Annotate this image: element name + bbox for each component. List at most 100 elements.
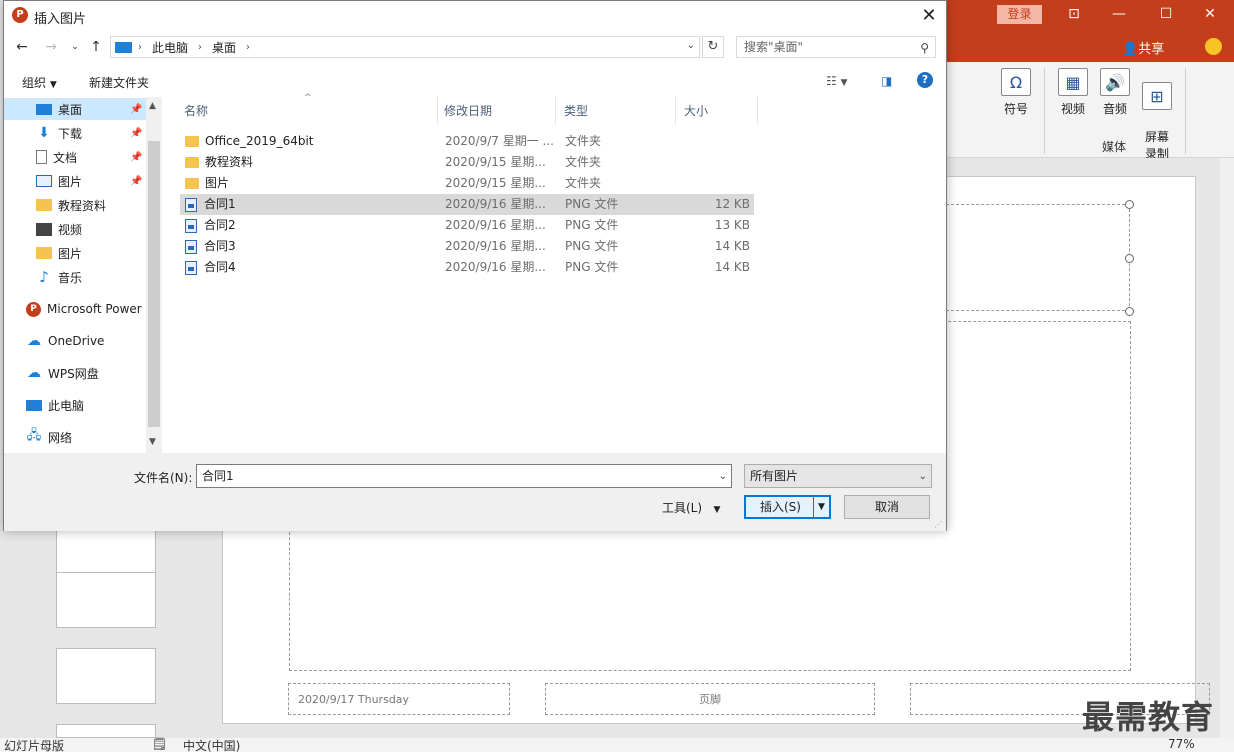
slide-thumbnail[interactable] (56, 648, 156, 704)
column-header-type[interactable]: 类型 (556, 97, 676, 125)
file-date: 2020/9/16 星期... (445, 260, 546, 274)
forward-icon[interactable]: → (42, 39, 60, 55)
nav-item-wps[interactable]: ☁ WPS网盘 (4, 362, 146, 384)
minimize-icon[interactable]: — (1107, 3, 1131, 25)
preview-pane-icon[interactable]: ◨ (881, 74, 892, 88)
address-bar[interactable]: › 此电脑 › 桌面 › ⌄ (110, 36, 700, 58)
nav-item-tutorial[interactable]: 教程资料 (4, 194, 146, 216)
nav-item-powerpoint[interactable]: P Microsoft Power (4, 298, 146, 320)
resize-grip-icon[interactable]: ⋰ (934, 520, 942, 529)
scroll-down-icon[interactable]: ▼ (149, 437, 156, 447)
breadcrumb-desktop[interactable]: 桌面 (212, 39, 236, 56)
breadcrumb-this-pc[interactable]: 此电脑 (152, 39, 188, 56)
share-button[interactable]: 👤共享 (1122, 38, 1164, 57)
file-row-selected[interactable]: 合同1 2020/9/16 星期... PNG 文件 12 KB (180, 194, 754, 215)
title-placeholder[interactable] (946, 204, 1130, 311)
scrollbar-thumb[interactable] (148, 141, 160, 427)
file-row[interactable]: Office_2019_64bit 2020/9/7 星期一 ... 文件夹 (180, 131, 754, 152)
dialog-footer: 文件名(N): 合同1 ⌄ 所有图片 ⌄ 工具(L) ▼ 插入(S) ▼ 取消 … (4, 453, 946, 531)
new-folder-button[interactable]: 新建文件夹 (89, 74, 149, 91)
view-options-icon[interactable]: ☷ ▼ (826, 74, 848, 88)
chevron-right-icon[interactable]: › (198, 42, 202, 53)
filename-input[interactable]: 合同1 ⌄ (196, 464, 732, 488)
nav-item-documents[interactable]: 文档 📌 (4, 146, 146, 168)
folder-icon (185, 157, 199, 168)
slide-thumbnail[interactable] (56, 572, 156, 628)
nav-item-desktop[interactable]: 桌面 📌 (4, 98, 146, 120)
up-icon[interactable]: ↑ (87, 39, 105, 55)
notes-icon[interactable]: 🗒 (152, 737, 167, 751)
person-icon: 👤 (1122, 42, 1139, 57)
footer-placeholder[interactable]: 页脚 (545, 683, 875, 715)
resize-handle[interactable] (1125, 200, 1134, 209)
organize-button[interactable]: 组织 ▼ (22, 74, 57, 91)
slide-thumbnail[interactable] (56, 724, 156, 738)
insert-button[interactable]: 插入(S) ▼ (744, 495, 831, 519)
file-row[interactable]: 合同3 2020/9/16 星期... PNG 文件 14 KB (180, 236, 754, 257)
file-type: PNG 文件 (565, 239, 619, 253)
date-placeholder[interactable]: 2020/9/17 Thursday (288, 683, 510, 715)
nav-scrollbar[interactable]: ▲ ▼ (146, 97, 162, 453)
nav-item-network[interactable]: 🖧 网络 (4, 426, 146, 448)
vertical-scrollbar[interactable] (1220, 158, 1234, 738)
feedback-smile-icon[interactable] (1205, 38, 1222, 55)
dialog-titlebar: P 插入图片 ✕ (4, 1, 946, 31)
caret-down-icon: ▼ (713, 505, 721, 515)
video-button[interactable]: ▦ 视频 (1053, 68, 1093, 117)
nav-item-onedrive[interactable]: ☁ OneDrive (4, 330, 146, 352)
file-row[interactable]: 合同4 2020/9/16 星期... PNG 文件 14 KB (180, 257, 754, 278)
nav-item-pictures[interactable]: 图片 📌 (4, 170, 146, 192)
recent-locations-icon[interactable]: ⌄ (66, 39, 84, 55)
search-icon[interactable]: ⚲ (920, 38, 929, 58)
pin-icon[interactable]: 📌 (130, 128, 142, 139)
nav-item-this-pc[interactable]: 此电脑 (4, 394, 146, 416)
back-icon[interactable]: ← (13, 39, 31, 55)
symbol-button[interactable]: Ω 符号 (996, 68, 1036, 117)
screen-recording-label: 屏幕 录制 (1144, 130, 1169, 161)
file-size: 13 KB (714, 218, 750, 232)
nav-item-label: 图片 (58, 246, 83, 261)
audio-button[interactable]: 🔊 音频 (1095, 68, 1135, 117)
resize-handle[interactable] (1125, 307, 1134, 316)
dialog-title: 插入图片 (34, 12, 87, 27)
column-header-date[interactable]: 修改日期 (436, 97, 556, 125)
nav-item-music[interactable]: ♪ 音乐 (4, 266, 146, 288)
nav-item-label: 视频 (58, 222, 83, 237)
ribbon-display-icon[interactable]: ⊡ (1062, 3, 1086, 25)
cancel-button[interactable]: 取消 (844, 495, 930, 519)
chevron-right-icon[interactable]: › (246, 42, 250, 53)
pin-icon[interactable]: 📌 (130, 176, 142, 187)
cloud-outline-icon: ☁ (27, 365, 41, 381)
zoom-level[interactable]: 77% (1168, 737, 1195, 751)
close-icon[interactable]: ✕ (918, 5, 940, 27)
nav-item-pictures-folder[interactable]: 图片 (4, 242, 146, 264)
pin-icon[interactable]: 📌 (130, 152, 142, 163)
insert-options-caret-icon[interactable]: ▼ (813, 497, 829, 517)
login-button[interactable]: 登录 (997, 5, 1042, 24)
video-label: 视频 (1060, 102, 1085, 116)
file-type-filter[interactable]: 所有图片 ⌄ (744, 464, 932, 488)
chevron-down-icon: ⌄ (918, 471, 927, 482)
search-input[interactable]: 搜索"桌面" ⚲ (736, 36, 936, 58)
nav-item-videos[interactable]: 视频 (4, 218, 146, 240)
refresh-icon[interactable]: ↻ (702, 36, 724, 58)
file-date: 2020/9/15 星期... (445, 176, 546, 190)
tools-button[interactable]: 工具(L) ▼ (662, 499, 720, 516)
scroll-up-icon[interactable]: ▲ (149, 101, 156, 111)
language-status[interactable]: 中文(中国) (183, 737, 240, 752)
pin-icon[interactable]: 📌 (130, 104, 142, 115)
file-row[interactable]: 合同2 2020/9/16 星期... PNG 文件 13 KB (180, 215, 754, 236)
maximize-icon[interactable]: ☐ (1154, 3, 1178, 25)
help-icon[interactable]: ? (917, 72, 933, 88)
chevron-right-icon[interactable]: › (138, 42, 142, 53)
nav-item-downloads[interactable]: ⬇ 下载 📌 (4, 122, 146, 144)
file-row[interactable]: 教程资料 2020/9/15 星期... 文件夹 (180, 152, 754, 173)
column-header-size[interactable]: 大小 (676, 97, 758, 125)
file-row[interactable]: 图片 2020/9/15 星期... 文件夹 (180, 173, 754, 194)
window-close-icon[interactable]: ✕ (1198, 3, 1222, 25)
column-header-name[interactable]: 名称 (176, 97, 438, 125)
chevron-down-icon[interactable]: ⌄ (687, 40, 695, 51)
chevron-down-icon[interactable]: ⌄ (719, 466, 727, 488)
address-row: ← → ⌄ ↑ › 此电脑 › 桌面 › ⌄ ↻ 搜索"桌面" ⚲ (4, 31, 946, 63)
resize-handle[interactable] (1125, 254, 1134, 263)
